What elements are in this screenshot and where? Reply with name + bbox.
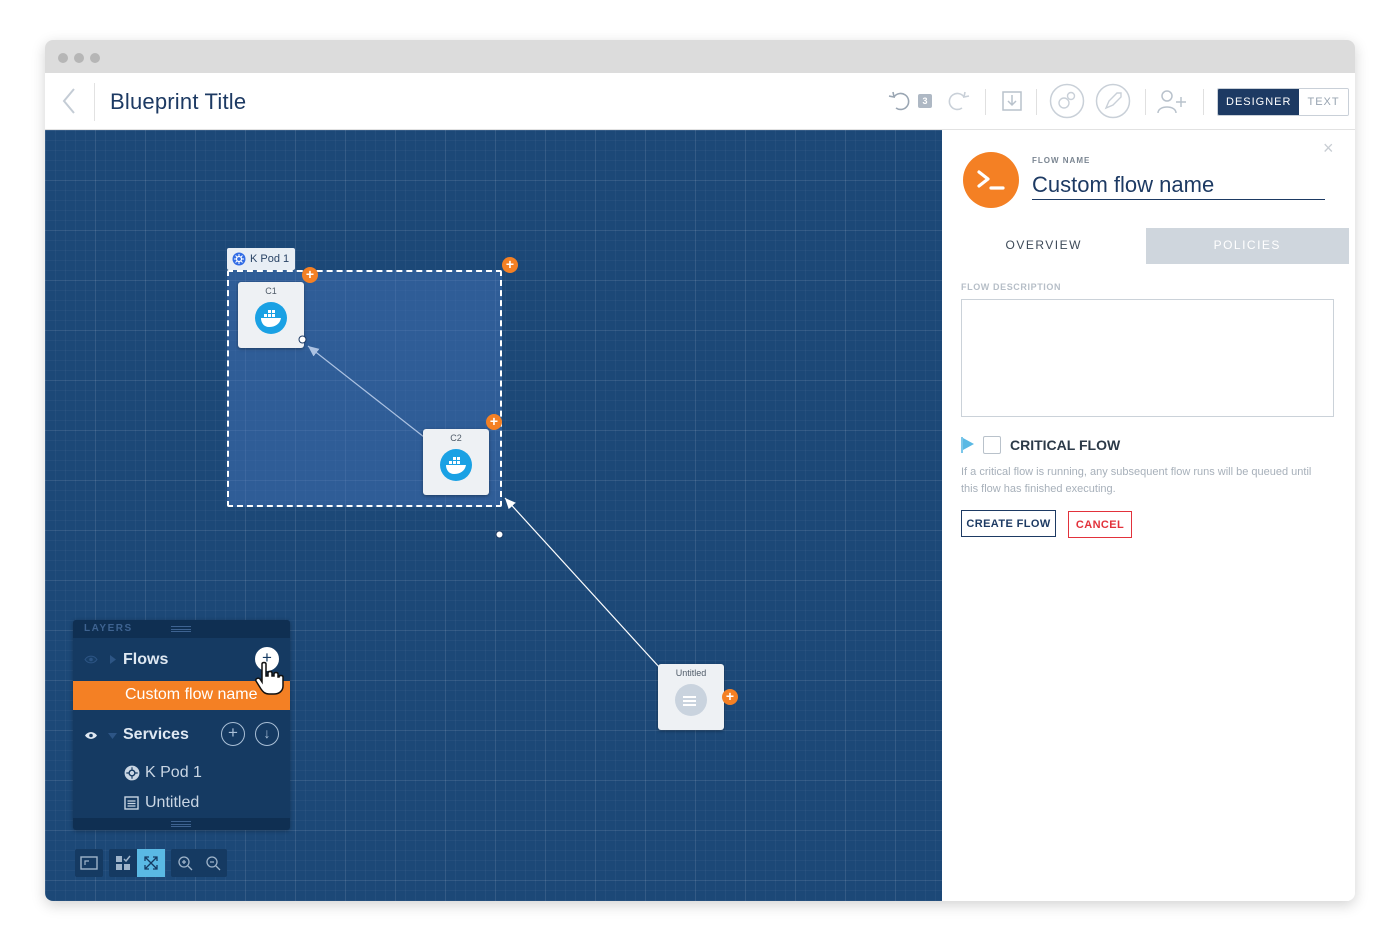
grid-check-icon [116,855,131,870]
back-button[interactable] [57,85,85,117]
layer-group-label: Services [123,726,189,743]
resize-handle[interactable] [171,821,191,827]
redo-icon[interactable] [943,86,973,116]
service-item-label: Untitled [145,794,200,811]
flow-avatar [963,152,1019,208]
flow-description-field[interactable] [961,299,1334,417]
toolbar-separator [1036,89,1037,115]
view-mode-toggle: DESIGNER TEXT [1217,88,1349,116]
service-node-untitled[interactable]: Untitled [658,664,724,730]
tab-policies[interactable]: POLICIES [1145,228,1349,264]
layers-footer [73,818,290,830]
list-icon [124,796,139,810]
layer-group-label: Flows [123,651,169,668]
select-tool-button[interactable] [109,849,137,877]
add-to-pod-button[interactable]: + [302,267,318,283]
zoom-out-icon [206,856,221,871]
node-add-button[interactable]: + [722,689,738,705]
node-label: C2 [450,433,462,443]
add-user-icon[interactable] [1155,86,1189,116]
create-flow-button[interactable]: CREATE FLOW [961,510,1056,537]
toolbar-separator [1145,89,1146,115]
designer-mode-button[interactable]: DESIGNER [1218,89,1300,115]
service-node-c1[interactable]: C1 [238,282,304,348]
layer-row-services[interactable]: Services + ↓ [73,720,290,748]
window-dot[interactable] [58,53,68,63]
flow-name-label: FLOW NAME [1032,156,1091,165]
drag-handle[interactable] [171,626,191,632]
page-title[interactable]: Blueprint Title [110,89,246,115]
kubernetes-icon [124,765,140,781]
fit-frame-icon [80,856,98,870]
flow-details-panel: × FLOW NAME OVERVIEW POLICIES FLOW DESCR… [942,130,1349,901]
critical-flow-label: CRITICAL FLOW [1010,437,1121,453]
hand-cursor-icon [255,661,284,695]
text-mode-button[interactable]: TEXT [1299,89,1348,115]
undo-count-badge: 3 [918,94,932,108]
caret-down-icon[interactable] [108,732,117,740]
tab-overview[interactable]: OVERVIEW [942,228,1146,264]
fit-view-button[interactable] [75,849,103,877]
service-item[interactable]: K Pod 1 [73,759,290,787]
connector-line[interactable] [504,497,661,669]
chevron-left-icon [62,88,75,114]
tool-group [171,849,227,877]
node-label: Untitled [675,668,707,678]
download-service-button[interactable]: ↓ [255,722,279,746]
layers-header[interactable]: LAYERS [73,620,290,638]
service-node-c2[interactable]: C2 [423,429,489,495]
toolbar-separator [985,89,986,115]
service-item[interactable]: Untitled [73,789,290,817]
zoom-in-icon [178,856,193,871]
undo-icon[interactable] [885,86,915,116]
window-titlebar [45,40,1355,73]
add-service-button[interactable]: + [221,722,245,746]
docker-icon [255,302,287,334]
close-icon[interactable]: × [1323,138,1334,159]
flow-description-label: FLOW DESCRIPTION [961,282,1062,292]
gears-icon[interactable] [1049,83,1085,119]
toolbar-separator [1203,89,1204,115]
node-add-button[interactable]: + [486,414,502,430]
connection-port[interactable] [298,335,307,344]
visibility-eye-icon[interactable] [84,731,98,740]
tool-group [109,849,165,877]
window-dot[interactable] [90,53,100,63]
zoom-in-button[interactable] [171,849,199,877]
docker-icon [440,449,472,481]
flow-name-input[interactable] [1032,170,1325,200]
save-icon[interactable] [997,86,1027,116]
layers-title: LAYERS [84,623,133,634]
node-label: C1 [265,286,277,296]
service-item-label: K Pod 1 [145,764,202,781]
critical-flow-checkbox[interactable] [983,436,1001,454]
pod-add-button[interactable]: + [502,257,518,273]
layers-panel: LAYERS Flows + Custom flow name Services… [73,620,290,830]
kubernetes-icon [232,252,246,266]
zoom-out-button[interactable] [199,849,227,877]
canvas-toolbar [75,849,227,877]
terminal-icon [977,170,1005,190]
critical-flow-row: CRITICAL FLOW [961,435,1120,455]
visibility-eye-icon[interactable] [84,655,98,664]
app-header: Blueprint Title 3 DESIGNER TEXT [45,73,1355,130]
header-divider [94,83,95,121]
connection-port[interactable] [495,530,504,539]
flag-icon [961,437,974,453]
tool-group [75,849,103,877]
caret-right-icon[interactable] [109,655,117,664]
pod-label-tag[interactable]: K Pod 1 [227,248,296,270]
critical-flow-help-text: If a critical flow is running, any subse… [961,466,1312,495]
generic-service-icon [675,684,707,716]
pod-label: K Pod 1 [250,253,290,265]
expand-tool-button[interactable] [137,849,165,877]
expand-arrows-icon [144,856,158,870]
panel-tabs: OVERVIEW POLICIES [942,228,1349,264]
blueprint-canvas[interactable]: K Pod 1 + + C1 C2 + Untitled + LAYERS Fl… [45,130,942,901]
flow-item-label: Custom flow name [125,686,258,703]
app-window: Blueprint Title 3 DESIGNER TEXT K Pod 1 [45,40,1355,901]
cancel-button[interactable]: CANCEL [1068,511,1132,538]
rocket-icon[interactable] [1095,83,1131,119]
window-dot[interactable] [74,53,84,63]
